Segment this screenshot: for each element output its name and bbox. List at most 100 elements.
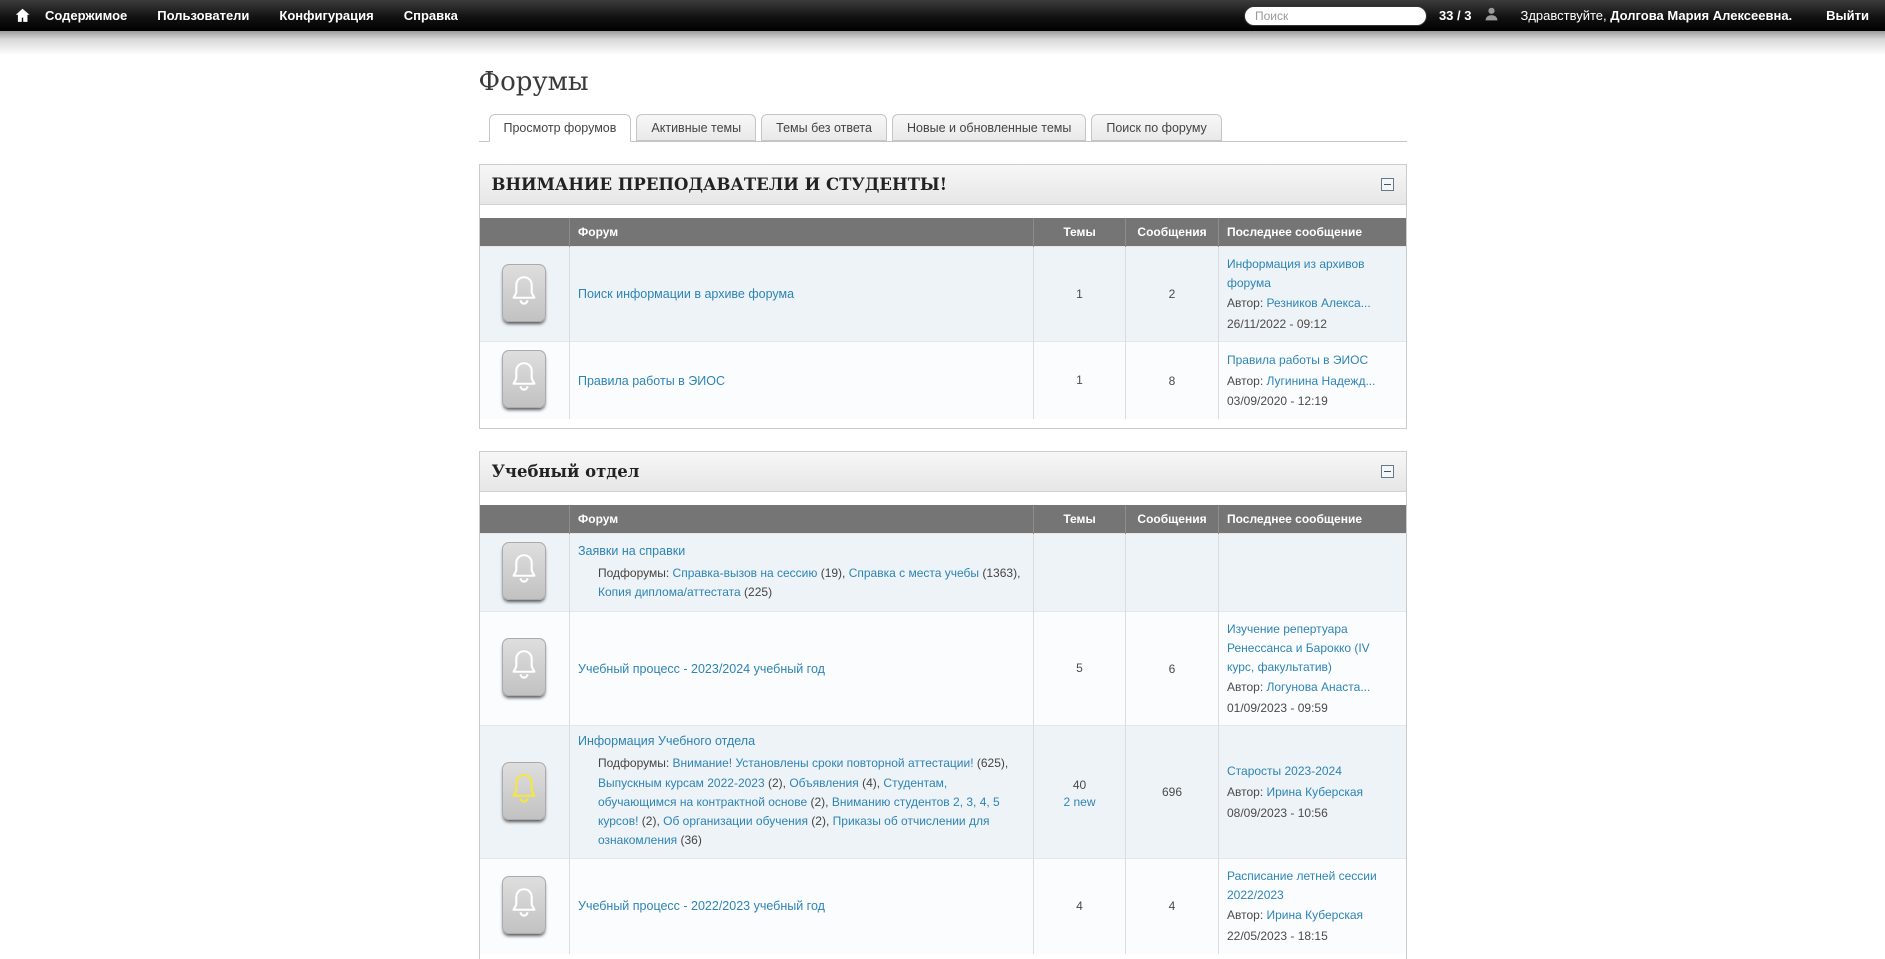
header-posts: Сообщения [1126, 505, 1219, 534]
table-row: Поиск информации в архиве форума12Информ… [480, 247, 1406, 342]
toolbar-menu-item[interactable]: Конфигурация [279, 8, 373, 23]
minus-glyph [1384, 184, 1391, 185]
section-title: ВНИМАНИЕ ПРЕПОДАВАТЕЛИ И СТУДЕНТЫ! [492, 175, 947, 194]
user-name: Долгова Мария Алексеевна. [1610, 8, 1792, 23]
author-link[interactable]: Ирина Куберская [1267, 785, 1364, 799]
bell-default-icon [502, 542, 546, 600]
forum-cell: Информация Учебного отдела Подфорумы: Вни… [570, 726, 1034, 859]
author-link[interactable]: Логунова Анаста... [1267, 680, 1371, 694]
header-last-post: Последнее сообщение [1219, 505, 1406, 534]
subforums-label: Подфорумы: [598, 566, 673, 580]
posts-cell: 6 [1126, 612, 1219, 726]
tab[interactable]: Активные темы [636, 114, 756, 141]
topics-cell: 402 new [1034, 726, 1126, 859]
subforum-count: (19), [817, 566, 848, 580]
bell-default-icon [502, 350, 546, 408]
forum-icon-cell [480, 247, 570, 342]
last-post-cell [1219, 534, 1406, 612]
author-link[interactable]: Лугинина Надежд... [1267, 374, 1376, 388]
subforum-link[interactable]: Справка с места учебы [849, 566, 979, 580]
bell-default-icon [502, 264, 546, 322]
toolbar-menu-item[interactable]: Пользователи [157, 8, 249, 23]
last-post-link[interactable]: Информация из архивов форума [1227, 257, 1365, 290]
header-icon-col [480, 218, 570, 247]
last-post-author-line: Автор: Резников Алекса... [1227, 294, 1398, 313]
toolbar-menu-item[interactable]: Справка [404, 8, 458, 23]
toolbar-menu-item[interactable]: Содержимое [45, 8, 127, 23]
author-link[interactable]: Ирина Куберская [1267, 908, 1364, 922]
tab[interactable]: Поиск по форуму [1091, 114, 1221, 141]
subforum-link[interactable]: Справка-вызов на сессию [673, 566, 818, 580]
page-title: Форумы [479, 67, 1407, 97]
tab[interactable]: Просмотр форумов [489, 114, 632, 142]
author-label: Автор: [1227, 785, 1267, 799]
forum-link[interactable]: Правила работы в ЭИОС [578, 374, 725, 388]
home-icon[interactable] [14, 7, 31, 24]
table-head: ФорумТемыСообщенияПоследнее сообщение [480, 218, 1406, 247]
topics-cell: 1 [1034, 247, 1126, 342]
bell-default-icon [502, 876, 546, 934]
last-post-link[interactable]: Изучение репертуара Ренессанса и Барокко… [1227, 622, 1370, 673]
author-link[interactable]: Резников Алекса... [1267, 296, 1371, 310]
table-body: Поиск информации в архиве форума12Информ… [480, 247, 1406, 420]
last-post-date: 22/05/2023 - 18:15 [1227, 927, 1398, 946]
tab[interactable]: Новые и обновленные темы [892, 114, 1086, 141]
last-post-cell: Информация из архивов форума Автор: Резни… [1219, 247, 1406, 342]
last-post-title-line: Расписание летней сессии 2022/2023 [1227, 867, 1398, 904]
last-post-cell: Старосты 2023-2024 Автор: Ирина Куберская… [1219, 726, 1406, 859]
forum-cell: Учебный процесс - 2023/2024 учебный год [570, 612, 1034, 726]
last-post-date: 03/09/2020 - 12:19 [1227, 392, 1398, 411]
topics-cell: 1 [1034, 342, 1126, 420]
header-icon-col [480, 505, 570, 534]
topics-count: 4 [1042, 897, 1117, 916]
forum-link[interactable]: Поиск информации в архиве форума [578, 287, 794, 301]
logout-link[interactable]: Выйти [1826, 8, 1869, 23]
subforum-list: Подфорумы: Внимание! Установлены сроки п… [578, 754, 1025, 850]
online-counter: 33 / 3 [1439, 8, 1472, 23]
forum-icon-cell [480, 726, 570, 859]
forum-link[interactable]: Информация Учебного отдела [578, 734, 755, 748]
posts-cell: 8 [1126, 342, 1219, 420]
subforum-count: (225) [741, 585, 772, 599]
new-topics-link[interactable]: 2 new [1063, 795, 1095, 809]
header-topics: Темы [1034, 218, 1126, 247]
forum-link[interactable]: Учебный процесс - 2023/2024 учебный год [578, 662, 825, 676]
last-post-link[interactable]: Правила работы в ЭИОС [1227, 353, 1368, 367]
subforum-link[interactable]: Объявления [789, 776, 858, 790]
author-label: Автор: [1227, 296, 1267, 310]
posts-cell [1126, 534, 1219, 612]
forum-link[interactable]: Заявки на справки [578, 544, 685, 558]
header-last-post: Последнее сообщение [1219, 218, 1406, 247]
subforum-link[interactable]: Выпускным курсам 2022-2023 [598, 776, 765, 790]
bell-default-icon [502, 638, 546, 696]
page-top-shade [0, 31, 1885, 55]
header-row: ФорумТемыСообщенияПоследнее сообщение [480, 218, 1406, 247]
section-header: Учебный отдел [480, 452, 1406, 492]
subforum-link[interactable]: Копия диплома/аттестата [598, 585, 741, 599]
posts-cell: 4 [1126, 859, 1219, 954]
table-head: ФорумТемыСообщенияПоследнее сообщение [480, 505, 1406, 534]
subforum-link[interactable]: Об организации обучения [663, 814, 808, 828]
tab[interactable]: Темы без ответа [761, 114, 887, 141]
table-row: Учебный процесс - 2023/2024 учебный год 5… [480, 612, 1406, 726]
collapse-icon[interactable] [1381, 178, 1394, 191]
search-input[interactable] [1244, 6, 1427, 26]
minus-glyph [1384, 471, 1391, 472]
last-post-author-line: Автор: Лугинина Надежд... [1227, 372, 1398, 391]
forum-cell: Поиск информации в архиве форума [570, 247, 1034, 342]
collapse-icon[interactable] [1381, 465, 1394, 478]
forum-table: ФорумТемыСообщенияПоследнее сообщение Зая… [480, 505, 1406, 953]
forum-icon-cell [480, 859, 570, 954]
subforum-link[interactable]: Внимание! Установлены сроки повторной ат… [673, 756, 974, 770]
last-post-author-line: Автор: Ирина Куберская [1227, 906, 1398, 925]
subforum-count: (2), [808, 814, 833, 828]
topics-cell: 5 [1034, 612, 1126, 726]
last-post-link[interactable]: Расписание летней сессии 2022/2023 [1227, 869, 1377, 902]
author-label: Автор: [1227, 374, 1267, 388]
forum-link[interactable]: Учебный процесс - 2022/2023 учебный год [578, 899, 825, 913]
new-topics: 2 new [1042, 795, 1117, 809]
forum-icon-cell [480, 612, 570, 726]
last-post-link[interactable]: Старосты 2023-2024 [1227, 764, 1342, 778]
forum-section: Учебный отдел ФорумТемыСообщенияПоследнее… [479, 451, 1407, 959]
toolbar-menu: Содержимое Пользователи Конфигурация Справк… [45, 8, 458, 23]
